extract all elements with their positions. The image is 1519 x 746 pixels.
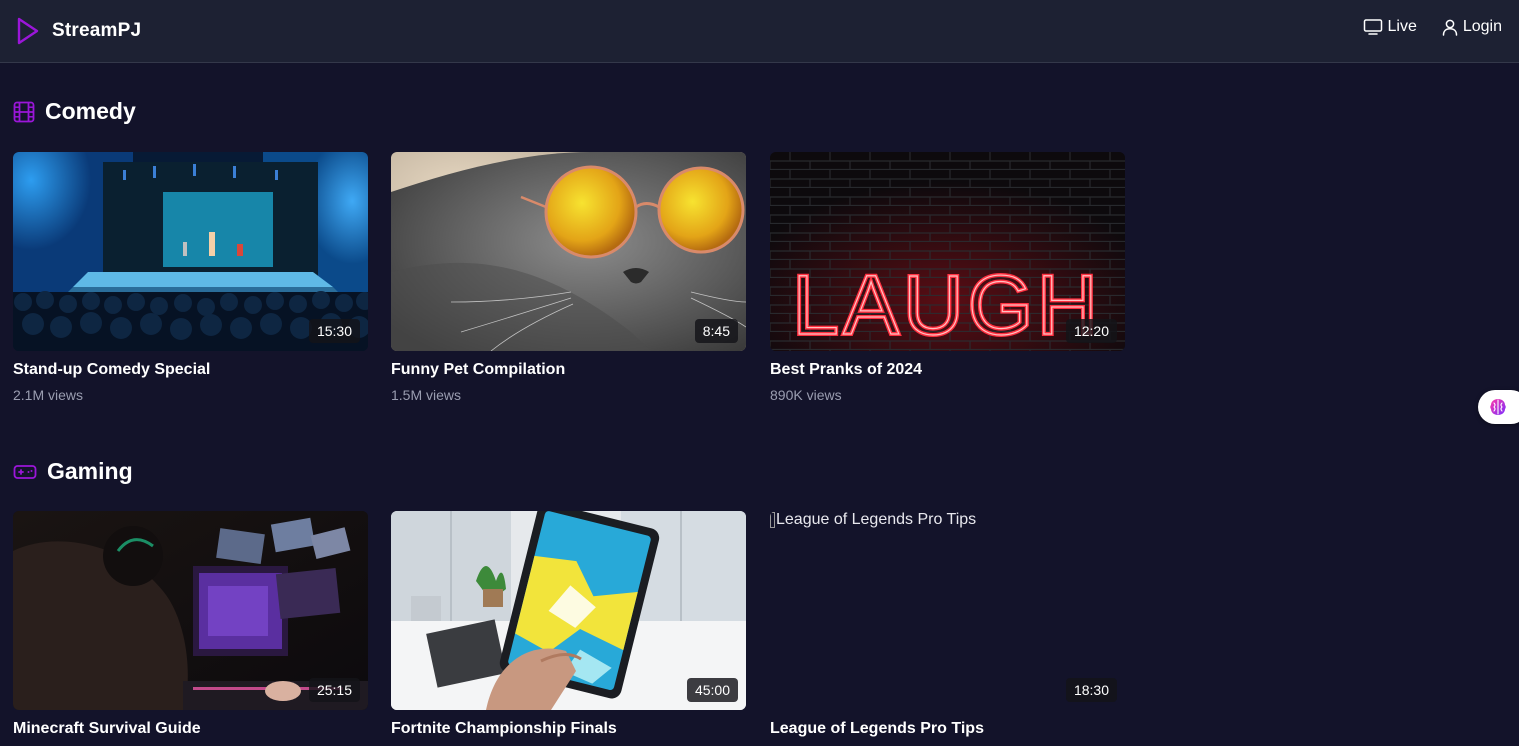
video-views: 890K views [770,387,842,403]
video-thumbnail[interactable]: 15:30 [13,152,368,351]
video-card[interactable]: League of Legends Pro Tips 18:30 League … [770,511,1125,738]
video-thumbnail[interactable]: 45:00 [391,511,746,710]
video-thumbnail[interactable]: 8:45 [391,152,746,351]
play-logo-icon [17,17,39,45]
video-thumbnail[interactable]: League of Legends Pro Tips 18:30 [770,511,1125,710]
video-duration: 12:20 [1065,319,1117,343]
video-title[interactable]: Minecraft Survival Guide [13,720,368,738]
video-card[interactable]: 45:00 Fortnite Championship Finals [391,511,746,738]
login-nav-link[interactable]: Login [1441,18,1502,36]
video-card[interactable]: 25:15 Minecraft Survival Guide [13,511,368,738]
video-card[interactable]: 8:45 Funny Pet Compilation 1.5M views [391,152,746,403]
user-icon [1442,19,1458,36]
gamepad-icon [13,464,37,479]
broken-image-icon [770,512,775,528]
tv-icon [1364,19,1383,35]
film-icon [13,101,35,122]
video-duration: 18:30 [1065,678,1117,702]
video-duration: 8:45 [694,319,738,343]
top-bar: StreamPJ Live Login [0,0,1519,63]
video-title[interactable]: Funny Pet Compilation [391,361,746,379]
video-duration: 15:30 [308,319,360,343]
login-nav-label: Login [1462,18,1502,35]
broken-image-placeholder: League of Legends Pro Tips [770,511,976,529]
cat-sunglasses-photo [391,152,746,351]
video-duration: 45:00 [686,678,738,702]
video-title[interactable]: Stand-up Comedy Special [13,361,368,379]
video-views: 1.5M views [391,387,462,403]
section-heading: Gaming [47,458,133,484]
neon-sign-core: LAUGH [792,258,1101,351]
video-duration: 25:15 [308,678,360,702]
brand-name: StreamPJ [52,20,142,41]
gaming-section-title: Gaming [13,458,133,485]
live-nav-link[interactable]: Live [1363,18,1417,36]
live-nav-label: Live [1387,18,1417,35]
assistant-button[interactable] [1478,390,1519,424]
video-title[interactable]: League of Legends Pro Tips [770,720,1125,738]
top-nav: Live Login [1363,18,1502,36]
video-card[interactable]: LAUGH LAUGH 12:20 Best Pranks of 2024 89… [770,152,1125,403]
video-views: 2.1M views [13,387,84,403]
brand-logo[interactable]: StreamPJ [16,16,141,46]
video-thumbnail[interactable]: 25:15 [13,511,368,710]
video-title[interactable]: Fortnite Championship Finals [391,720,746,738]
brain-icon [1490,399,1506,415]
video-card[interactable]: 15:30 Stand-up Comedy Special 2.1M views [13,152,368,403]
comedy-section-title: Comedy [13,98,136,125]
video-title[interactable]: Best Pranks of 2024 [770,361,1125,379]
video-thumbnail[interactable]: LAUGH LAUGH 12:20 [770,152,1125,351]
image-alt-text: League of Legends Pro Tips [776,511,977,528]
section-heading: Comedy [45,98,136,124]
